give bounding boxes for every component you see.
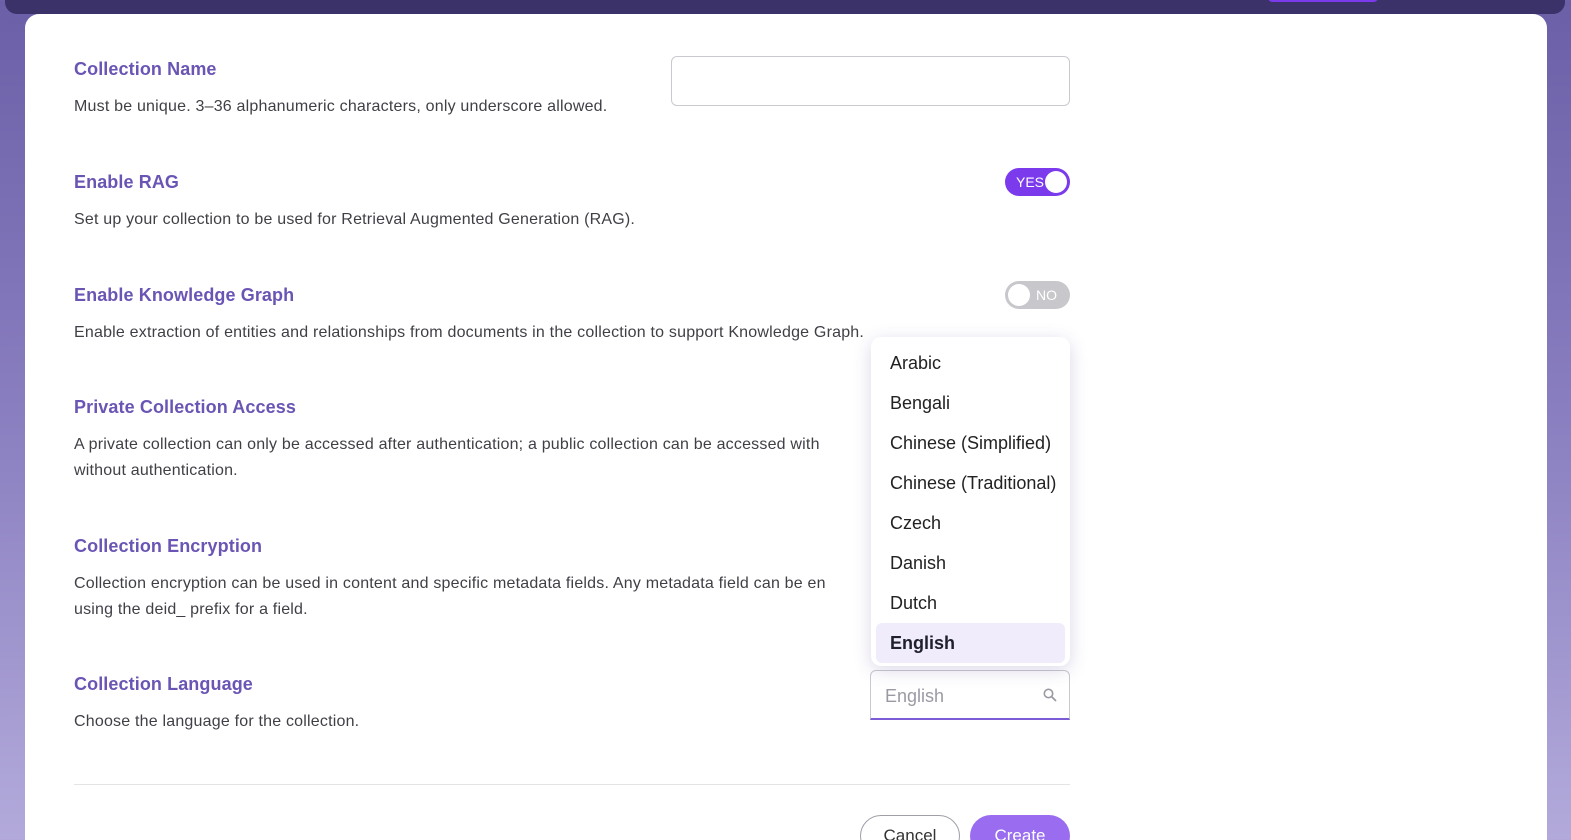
language-option[interactable]: Bengali: [876, 383, 1065, 423]
create-button[interactable]: Create: [970, 815, 1070, 840]
enable-kg-desc: Enable extraction of entities and relati…: [74, 324, 865, 341]
language-option[interactable]: Chinese (Simplified): [876, 423, 1065, 463]
enable-rag-desc: Set up your collection to be used for Re…: [74, 211, 636, 228]
search-icon: [1043, 688, 1057, 707]
toggle-knob: [1008, 284, 1030, 306]
enable-rag-toggle[interactable]: YES: [1005, 168, 1070, 196]
enable-rag-title: Enable RAG: [74, 172, 180, 192]
language-option[interactable]: Arabic: [876, 343, 1065, 383]
language-dropdown: Arabic Bengali Chinese (Simplified) Chin…: [871, 337, 1070, 666]
enable-rag-toggle-label: YES: [1016, 174, 1045, 190]
top-bar: [5, 0, 1565, 14]
enable-kg-toggle[interactable]: NO: [1005, 281, 1070, 309]
language-option-selected[interactable]: English: [876, 623, 1065, 663]
toggle-knob: [1045, 171, 1067, 193]
cancel-button[interactable]: Cancel: [860, 815, 960, 840]
collection-name-input[interactable]: [671, 56, 1070, 106]
language-option[interactable]: Chinese (Traditional): [876, 463, 1065, 503]
footer-divider: [74, 784, 1070, 785]
top-bar-button[interactable]: [1267, 0, 1379, 2]
language-option[interactable]: Czech: [876, 503, 1065, 543]
language-option[interactable]: Danish: [876, 543, 1065, 583]
enable-kg-toggle-label: NO: [1036, 287, 1057, 303]
enable-rag-section: Enable RAG Set up your collection to be …: [74, 172, 1074, 233]
language-select-value: English: [885, 686, 945, 706]
enable-kg-title: Enable Knowledge Graph: [74, 285, 295, 305]
language-select[interactable]: English: [870, 670, 1070, 720]
language-option[interactable]: Dutch: [876, 583, 1065, 623]
